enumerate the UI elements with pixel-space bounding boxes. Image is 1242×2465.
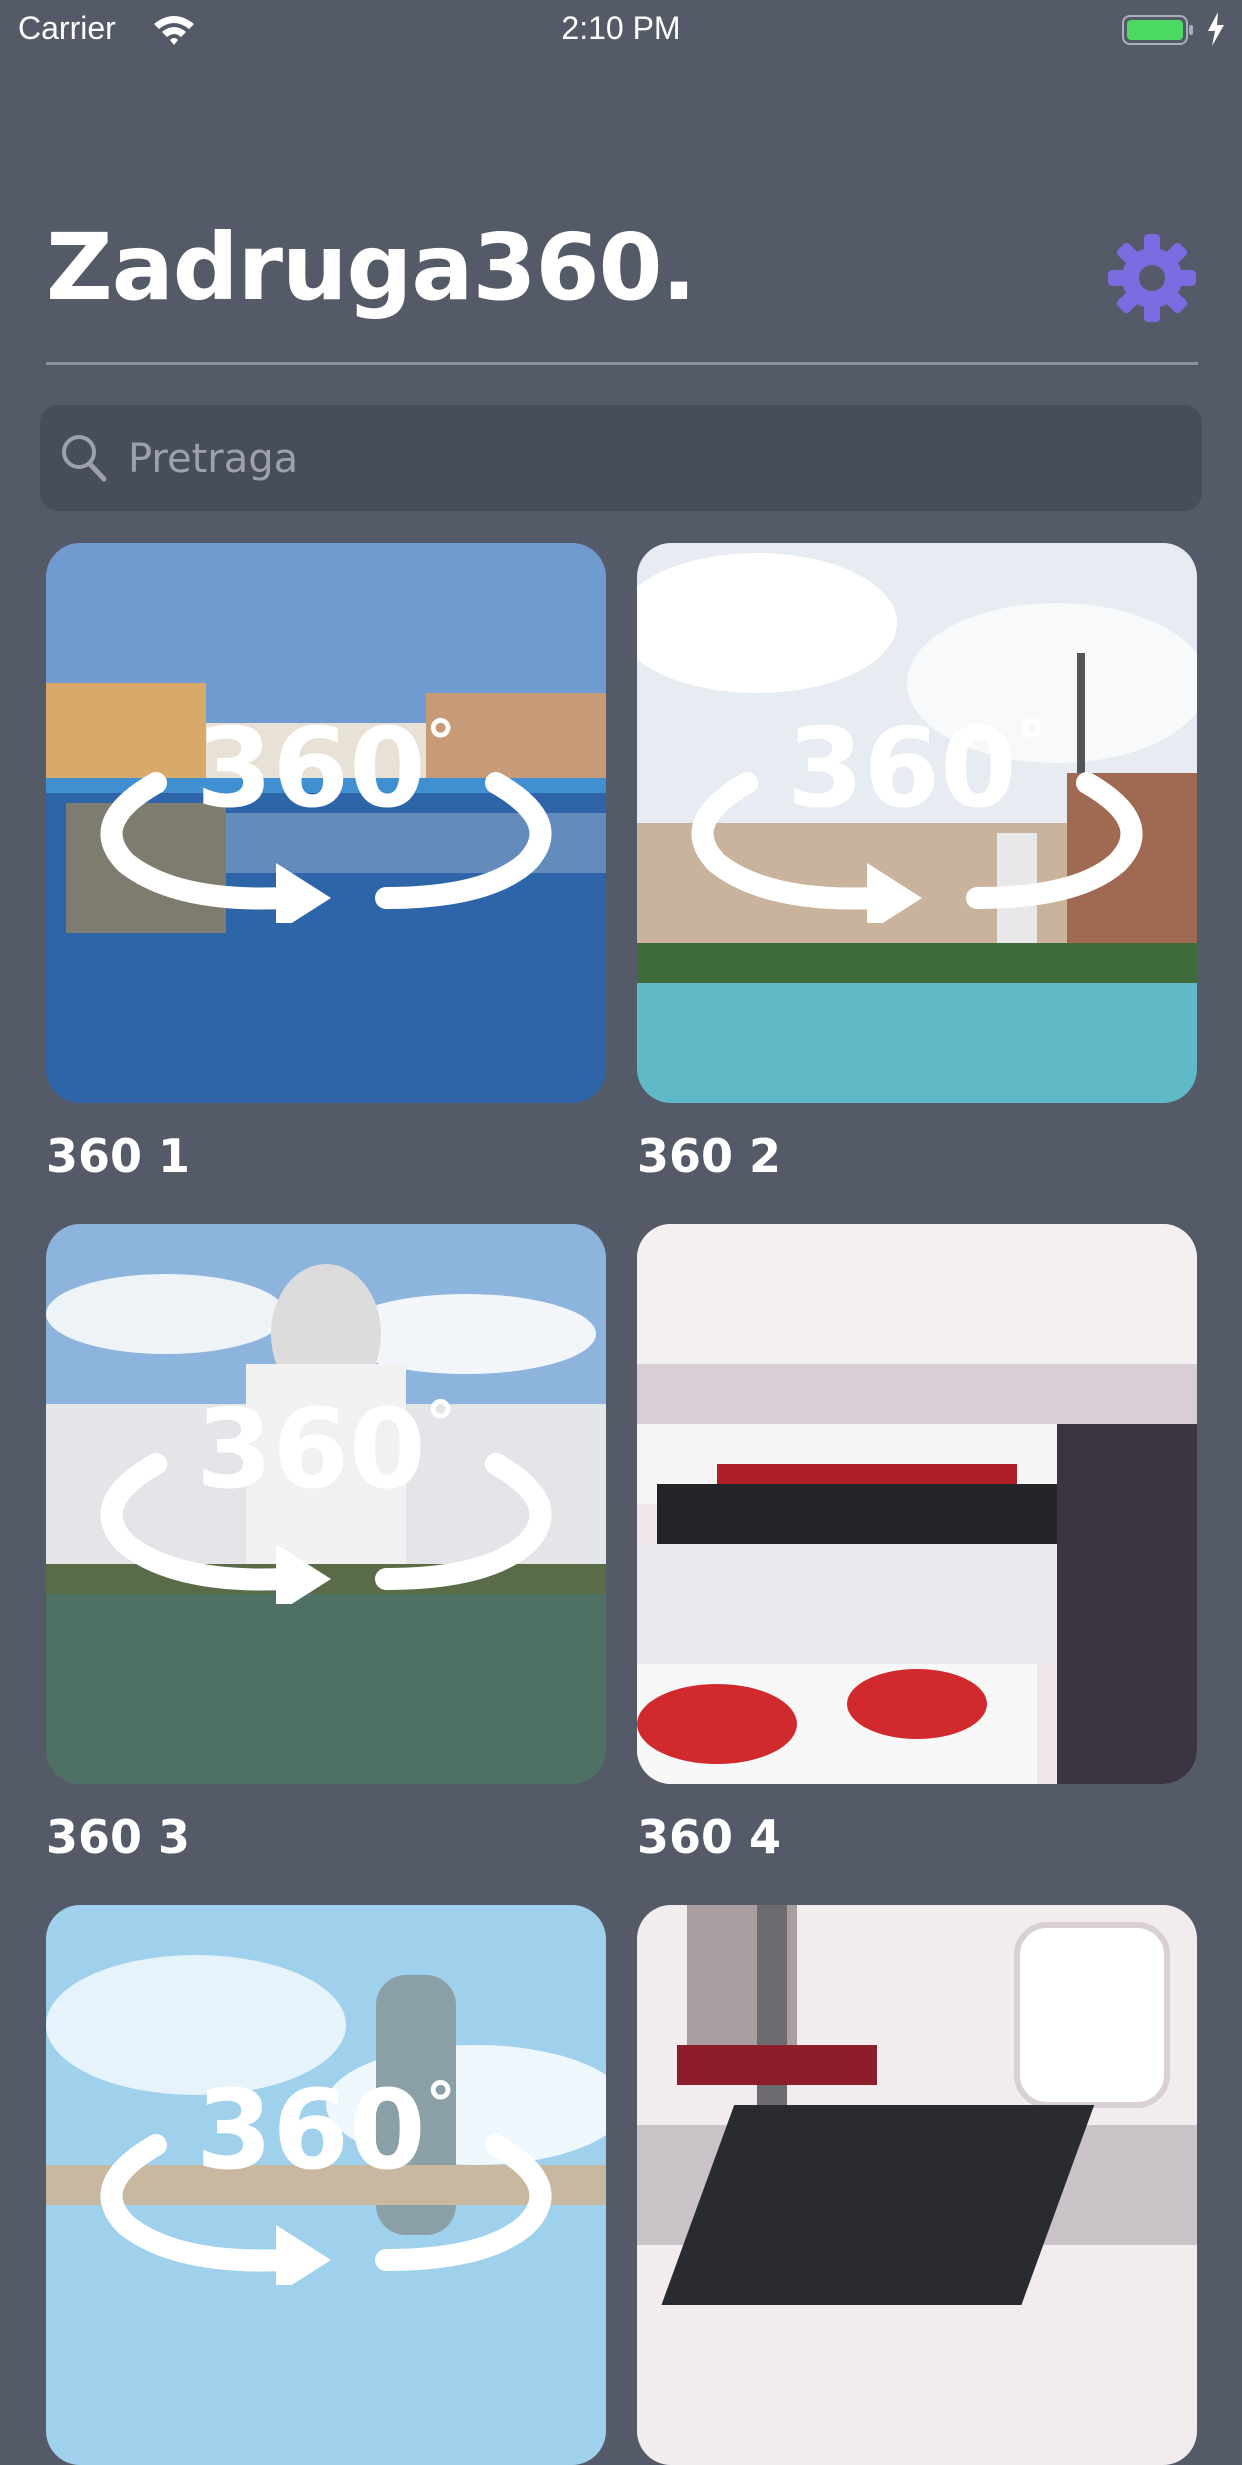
search-input[interactable]: [126, 405, 1180, 513]
clock: 2:10 PM: [561, 10, 681, 46]
battery-icon: [1122, 15, 1193, 45]
grid-card-5[interactable]: 360°: [46, 1905, 606, 2465]
gear-icon[interactable]: [1106, 232, 1198, 324]
grid-card-4[interactable]: 360 4: [637, 1224, 1197, 1865]
card-thumbnail[interactable]: [637, 1224, 1197, 1784]
badge-text: 360°: [196, 2066, 456, 2194]
card-title: 360 2: [637, 1129, 782, 1183]
grid-card-2[interactable]: 360° 360 2: [637, 543, 1197, 1184]
charging-bolt-icon: [1208, 12, 1224, 46]
grid-card-6[interactable]: [637, 1905, 1197, 2465]
grid-card-1[interactable]: 360° 360 1: [46, 543, 606, 1184]
card-title: 360 4: [637, 1810, 782, 1864]
living-room-photo: [637, 1905, 1197, 2465]
badge-text: 360°: [787, 704, 1047, 832]
status-bar: Carrier 2:10 PM: [0, 0, 1242, 60]
card-thumbnail[interactable]: [637, 1905, 1197, 2465]
card-thumbnail[interactable]: 360°: [46, 1905, 606, 2465]
card-title: 360 3: [46, 1810, 191, 1864]
page-title: Zadruga360.: [46, 214, 696, 321]
search-bar[interactable]: [40, 405, 1202, 513]
badge-text: 360°: [196, 1385, 456, 1513]
header-divider: [46, 362, 1198, 365]
card-thumbnail[interactable]: 360°: [637, 543, 1197, 1103]
card-thumbnail[interactable]: 360°: [46, 1224, 606, 1784]
card-title: 360 1: [46, 1129, 191, 1183]
grid-card-3[interactable]: 360° 360 3: [46, 1224, 606, 1865]
bedroom-photo: [637, 1224, 1197, 1784]
badge-text: 360°: [196, 704, 456, 832]
card-thumbnail[interactable]: 360°: [46, 543, 606, 1103]
search-icon: [62, 435, 107, 482]
